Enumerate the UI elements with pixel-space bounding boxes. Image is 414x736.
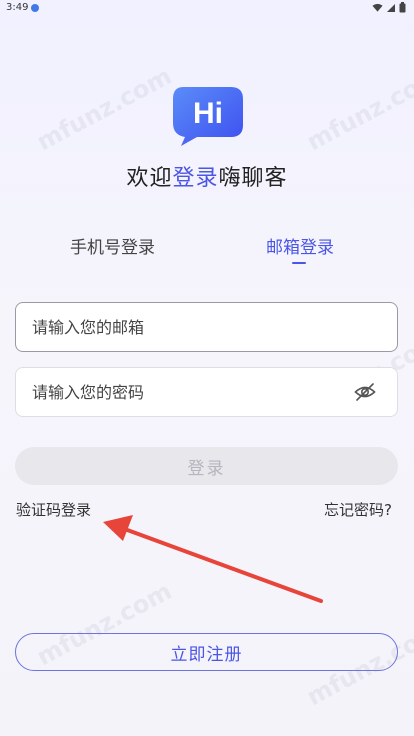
tab-email-login[interactable]: 邮箱登录 bbox=[266, 233, 334, 258]
status-bar: 3:49 bbox=[0, 0, 414, 18]
password-input[interactable] bbox=[16, 381, 353, 403]
wifi-icon bbox=[372, 3, 383, 12]
password-field-container bbox=[15, 367, 398, 417]
watermark: mfunz.com bbox=[32, 61, 177, 157]
watermark: mfunz.com bbox=[302, 61, 414, 157]
email-field-container bbox=[15, 302, 398, 352]
welcome-prefix: 欢迎 bbox=[126, 166, 173, 191]
status-icons bbox=[372, 2, 406, 13]
logo-text: Hi bbox=[193, 97, 223, 130]
login-button[interactable]: 登录 bbox=[15, 447, 398, 485]
signal-icon bbox=[387, 3, 395, 12]
code-login-link[interactable]: 验证码登录 bbox=[16, 499, 91, 520]
welcome-suffix: 嗨聊客 bbox=[218, 166, 288, 191]
battery-icon bbox=[399, 2, 406, 13]
tab-phone-login[interactable]: 手机号登录 bbox=[70, 233, 155, 258]
email-input[interactable] bbox=[16, 316, 397, 338]
chat-bubble-icon: Hi bbox=[173, 87, 243, 146]
annotation-arrow-icon bbox=[103, 515, 323, 603]
notification-icon bbox=[31, 4, 39, 12]
welcome-title: 欢迎登录嗨聊客 bbox=[0, 160, 414, 192]
status-time: 3:49 bbox=[6, 2, 29, 13]
eye-off-icon[interactable] bbox=[353, 380, 377, 404]
register-button[interactable]: 立即注册 bbox=[15, 633, 398, 671]
welcome-accent: 登录 bbox=[172, 166, 219, 191]
tab-active-indicator bbox=[292, 262, 306, 264]
